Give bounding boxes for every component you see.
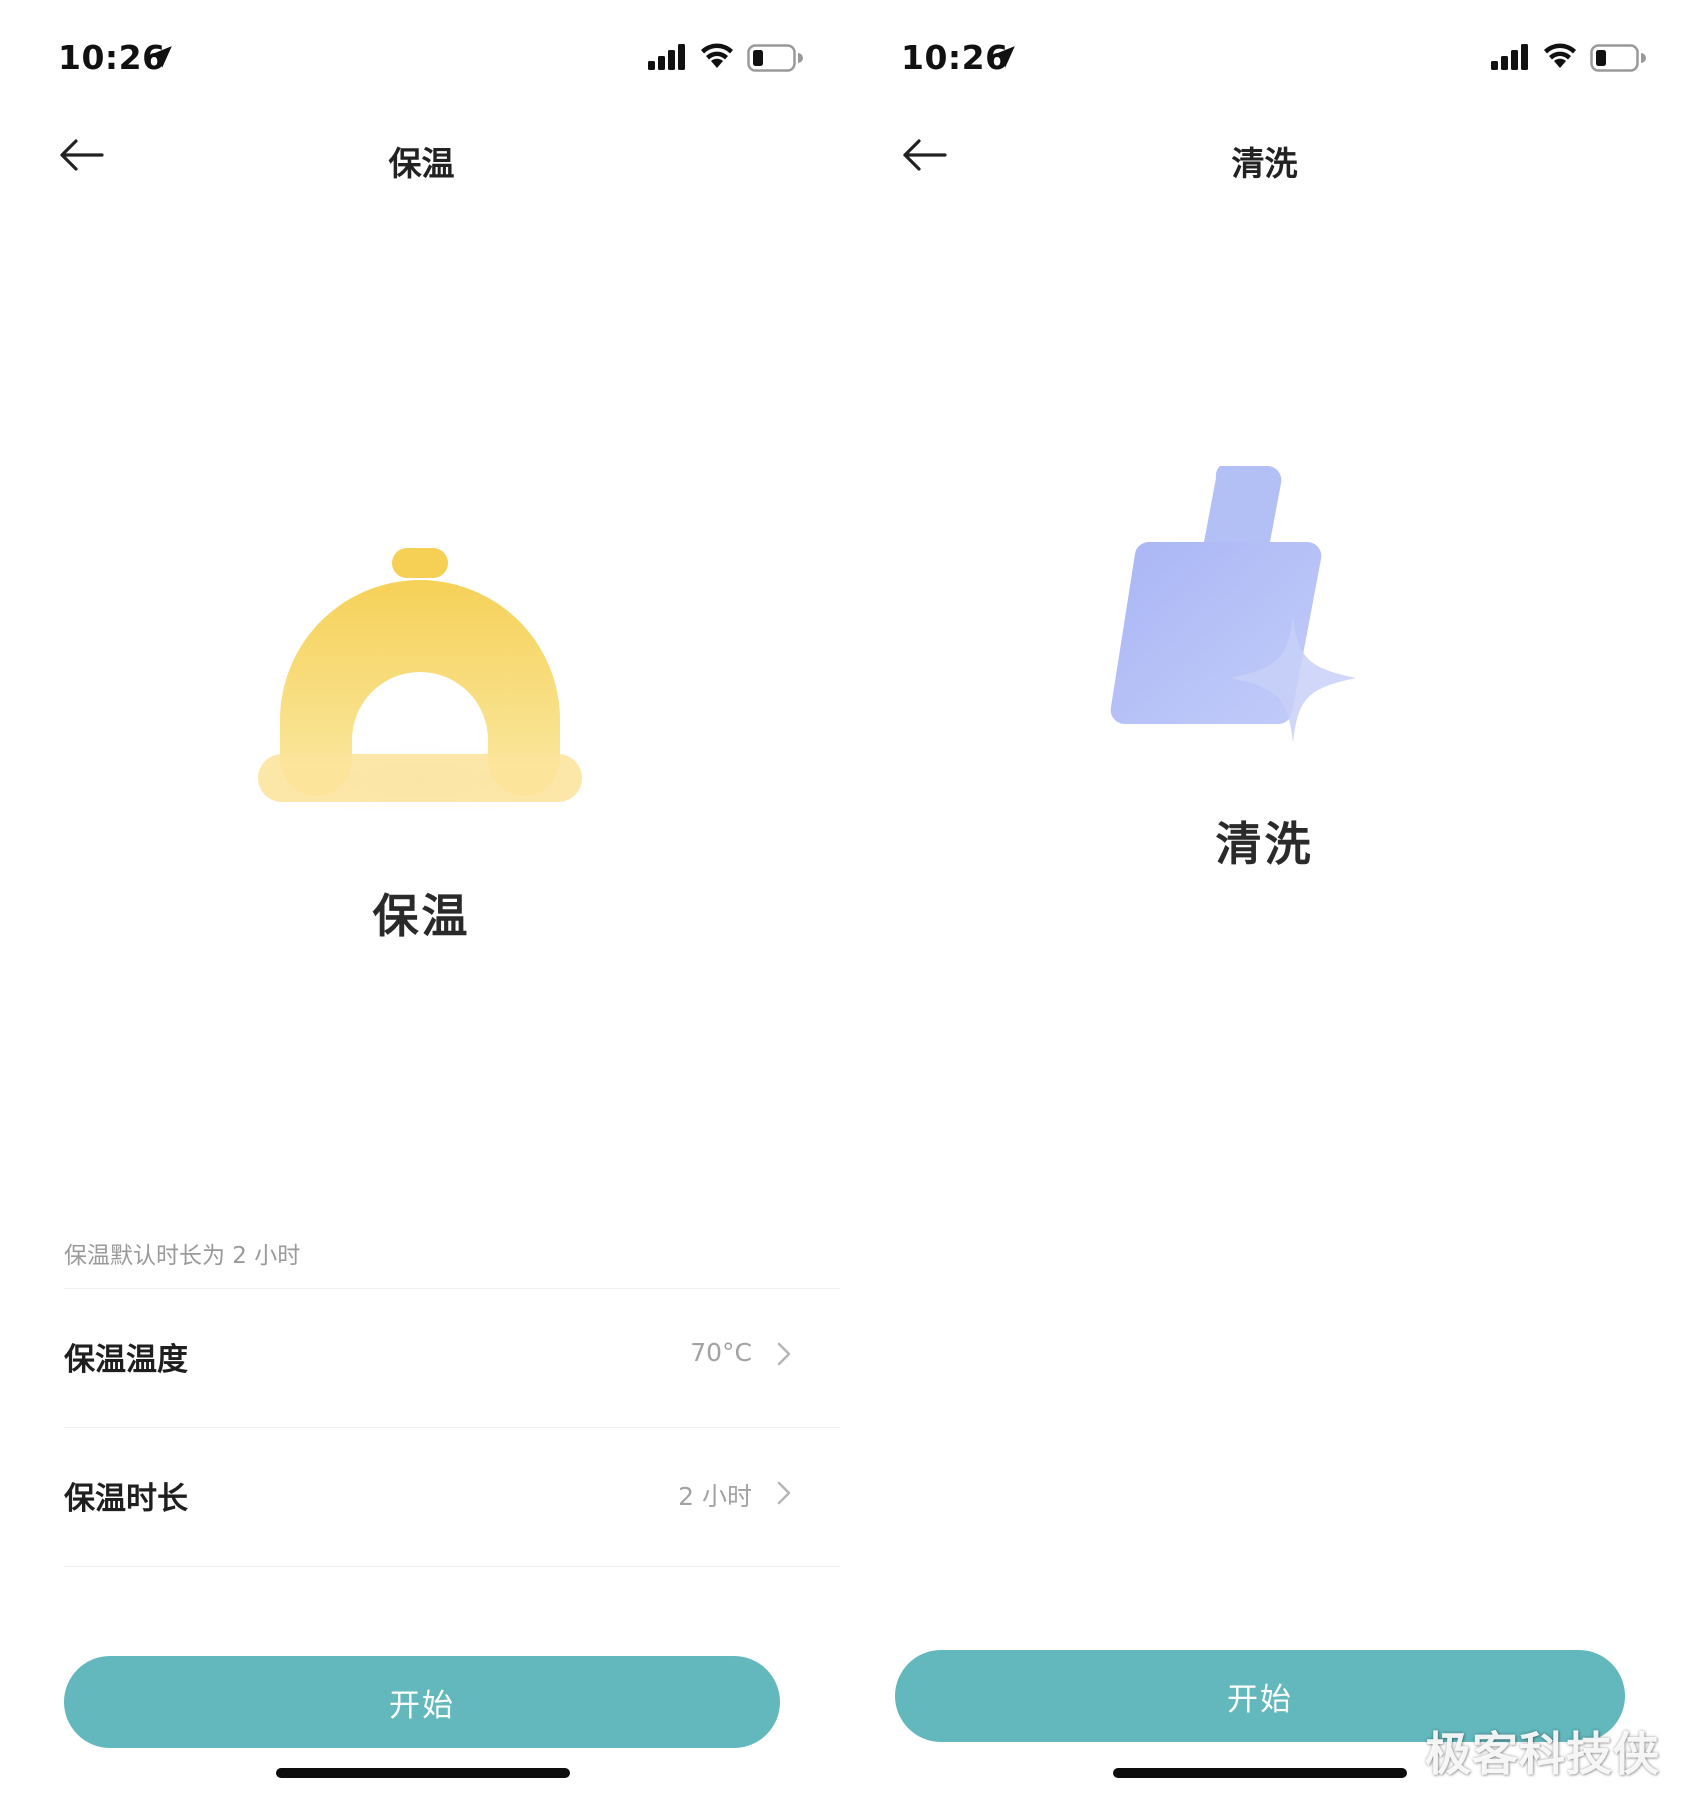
cellular-signal-icon xyxy=(1491,44,1528,70)
mode-title: 清洗 xyxy=(1215,817,1314,871)
setting-temperature[interactable]: 保温温度 70°C xyxy=(64,1290,804,1428)
page-title: 保温 xyxy=(388,144,455,183)
divider xyxy=(64,1288,840,1289)
status-bar: 10:26 xyxy=(843,30,1686,90)
mode-title: 保温 xyxy=(372,889,471,943)
nav-bar: 清洗 xyxy=(843,115,1686,195)
watermark-text: 极客科技侠 xyxy=(1425,1727,1660,1781)
setting-temperature-value: 70°C xyxy=(690,1338,752,1367)
chevron-right-icon xyxy=(777,1342,791,1366)
setting-temperature-label: 保温温度 xyxy=(64,1342,188,1378)
chevron-right-icon xyxy=(777,1481,791,1505)
battery-icon xyxy=(1590,44,1646,72)
start-button[interactable]: 开始 xyxy=(64,1656,780,1748)
divider xyxy=(64,1566,840,1567)
cellular-signal-icon xyxy=(648,44,685,70)
default-duration-hint: 保温默认时长为 2 小时 xyxy=(64,1243,301,1269)
location-arrow-icon xyxy=(993,46,1015,68)
battery-icon xyxy=(747,44,803,72)
wifi-icon xyxy=(1544,43,1576,68)
keep-warm-dome-icon xyxy=(250,548,590,810)
wifi-icon xyxy=(701,43,733,68)
cleaning-brush-icon xyxy=(1110,466,1356,743)
setting-duration[interactable]: 保温时长 2 小时 xyxy=(64,1429,804,1567)
divider xyxy=(64,1427,840,1428)
home-indicator[interactable] xyxy=(1113,1768,1407,1778)
keep-warm-screen: 10:26 保温 保温 保温默认时长为 2 小时 保温温度 70°C 保温时长 … xyxy=(0,0,843,1812)
home-indicator[interactable] xyxy=(276,1768,570,1778)
setting-duration-value: 2 小时 xyxy=(678,1482,752,1511)
page-title: 清洗 xyxy=(1231,144,1298,183)
status-bar: 10:26 xyxy=(0,30,843,90)
nav-bar: 保温 xyxy=(0,115,843,195)
cleaning-screen: 10:26 清洗 清洗 开始 xyxy=(843,0,1686,1812)
setting-duration-label: 保温时长 xyxy=(64,1481,188,1517)
location-arrow-icon xyxy=(150,46,172,68)
